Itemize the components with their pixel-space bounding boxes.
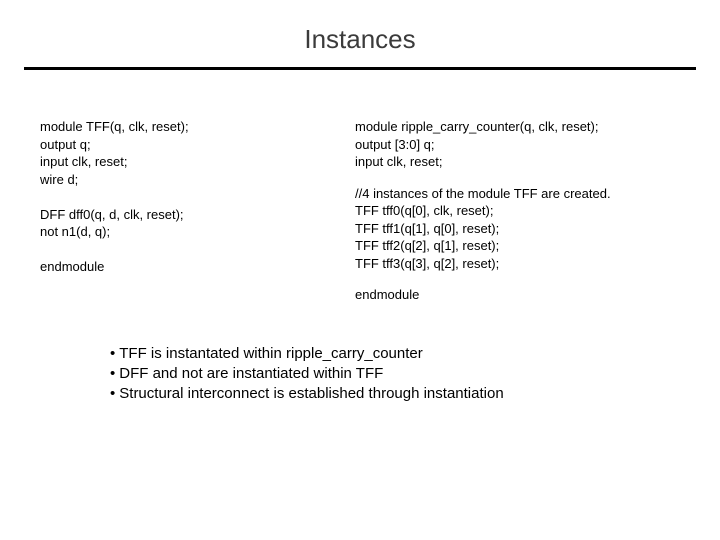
code-columns: module TFF(q, clk, reset); output q; inp… <box>0 70 720 304</box>
bullet-text: TFF is instantated within ripple_carry_c… <box>119 344 422 364</box>
slide-title: Instances <box>0 0 720 67</box>
bullet-dot: • <box>110 344 119 364</box>
left-column: module TFF(q, clk, reset); output q; inp… <box>40 118 345 304</box>
code-ripple-instances: //4 instances of the module TFF are crea… <box>355 185 680 273</box>
spacer <box>355 171 680 185</box>
code-ripple-end: endmodule <box>355 286 680 304</box>
bullet-text: Structural interconnect is established t… <box>119 384 503 404</box>
bullet-item: • Structural interconnect is established… <box>110 384 640 404</box>
bullet-dot: • <box>110 364 119 384</box>
code-ripple-header: module ripple_carry_counter(q, clk, rese… <box>355 118 680 171</box>
bullet-item: • DFF and not are instantiated within TF… <box>110 364 640 384</box>
code-tff-module: module TFF(q, clk, reset); output q; inp… <box>40 118 325 276</box>
bullet-list: • TFF is instantated within ripple_carry… <box>0 304 720 405</box>
right-column: module ripple_carry_counter(q, clk, rese… <box>345 118 680 304</box>
bullet-text: DFF and not are instantiated within TFF <box>119 364 383 384</box>
bullet-dot: • <box>110 384 119 404</box>
spacer <box>355 272 680 286</box>
bullet-item: • TFF is instantated within ripple_carry… <box>110 344 640 364</box>
